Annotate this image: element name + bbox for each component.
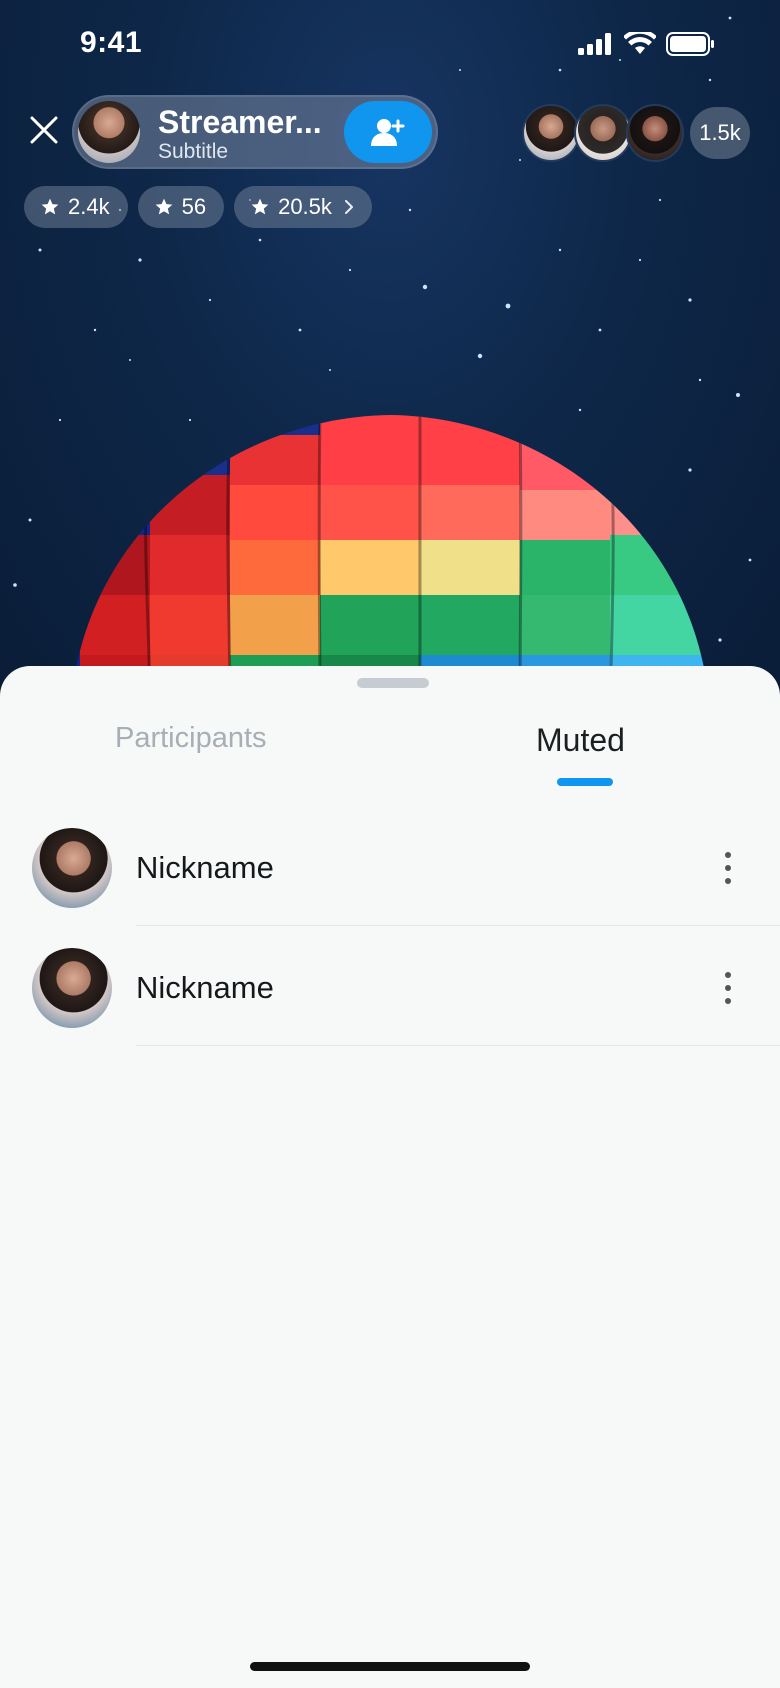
tab-participants[interactable]: Participants: [115, 722, 267, 755]
viewer-avatar[interactable]: [626, 104, 684, 162]
viewer-avatar[interactable]: [574, 104, 632, 162]
stat-value: 56: [181, 194, 207, 219]
add-user-icon: [371, 119, 405, 146]
stat-chip[interactable]: 20.5k: [234, 186, 372, 228]
list-item[interactable]: Nickname: [0, 926, 780, 1046]
nickname: Nickname: [136, 850, 274, 885]
more-options-icon[interactable]: [722, 970, 734, 1006]
active-tab-indicator: [557, 778, 613, 786]
star-icon: [41, 198, 59, 215]
streamer-info-pill[interactable]: Streamer... Subtitle: [72, 95, 438, 169]
stat-value: 2.4k: [68, 194, 110, 219]
stat-chip[interactable]: 2.4k: [24, 186, 128, 228]
chevron-right-icon: [344, 200, 353, 214]
wifi-icon: [624, 32, 656, 54]
nickname: Nickname: [136, 970, 274, 1005]
list-item[interactable]: Nickname: [0, 806, 780, 926]
viewer-count-badge[interactable]: 1.5k: [690, 107, 750, 159]
stat-value: 20.5k: [278, 194, 332, 219]
home-indicator[interactable]: [250, 1662, 530, 1671]
cellular-signal-icon: [578, 33, 611, 55]
viewer-avatars[interactable]: 1.5k: [522, 104, 750, 162]
avatar[interactable]: [32, 948, 112, 1028]
close-icon[interactable]: [26, 112, 62, 148]
more-options-icon[interactable]: [722, 850, 734, 886]
star-icon: [251, 198, 269, 215]
avatar[interactable]: [32, 828, 112, 908]
star-icon: [155, 198, 172, 215]
tab-muted[interactable]: Muted: [536, 722, 625, 759]
streamer-name: Streamer...: [158, 104, 322, 140]
status-bar: 9:41: [0, 0, 780, 90]
stats-row: 2.4k 56 20.5k: [24, 186, 372, 228]
status-icons: [578, 32, 716, 56]
follow-button[interactable]: [344, 101, 432, 163]
sheet-grabber[interactable]: [357, 678, 429, 688]
status-time: 9:41: [80, 26, 143, 59]
live-stream-screen: 9:41 Streamer... Subtitle 1.5k 2.4k 56 2…: [0, 0, 780, 1688]
battery-icon: [666, 32, 714, 56]
divider: [136, 1045, 780, 1046]
participants-sheet: Participants Muted Nickname Nickname: [0, 666, 780, 1688]
streamer-subtitle: Subtitle: [158, 140, 229, 163]
stat-chip[interactable]: 56: [137, 186, 225, 228]
viewer-avatar[interactable]: [522, 104, 580, 162]
streamer-avatar[interactable]: [78, 101, 140, 163]
